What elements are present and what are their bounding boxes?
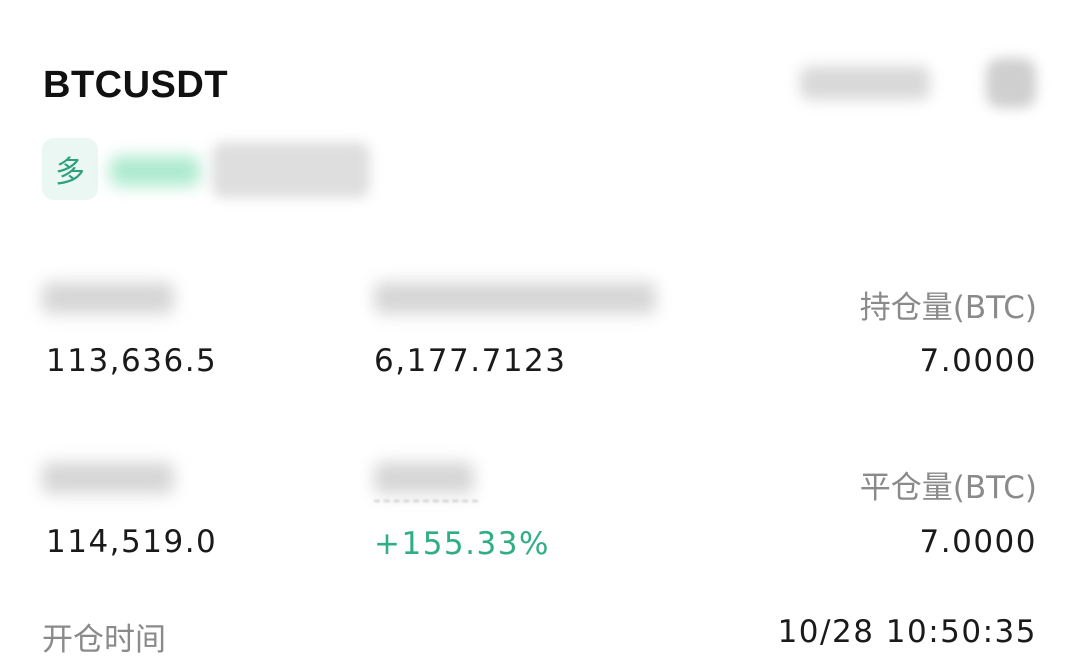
blurred-label-open-price [42, 282, 174, 314]
roi-value: +155.33% [374, 526, 550, 562]
blurred-label-roi [374, 462, 474, 494]
open-price-value: 113,636.5 [46, 343, 218, 379]
position-size-label: 持仓量(BTC) [859, 290, 1037, 326]
blurred-mode-tag [212, 142, 370, 198]
blurred-label-close-price [42, 462, 174, 494]
open-time-value: 10/28 10:50:35 [777, 614, 1037, 650]
side-badge: 多 [42, 138, 98, 200]
share-icon[interactable] [986, 58, 1036, 108]
open-time-label: 开仓时间 [42, 622, 166, 658]
closed-size-label: 平仓量(BTC) [859, 470, 1037, 506]
closed-size-value: 7.0000 [919, 524, 1037, 560]
roi-label-underline [374, 500, 478, 502]
blurred-label-pnl [374, 282, 656, 314]
position-size-value: 7.0000 [919, 343, 1037, 379]
pnl-value: 6,177.7123 [374, 343, 567, 379]
symbol-title: BTCUSDT [43, 64, 229, 106]
blurred-leverage-tag [110, 156, 200, 186]
blurred-header-button[interactable] [800, 66, 930, 100]
close-price-value: 114,519.0 [46, 524, 218, 560]
